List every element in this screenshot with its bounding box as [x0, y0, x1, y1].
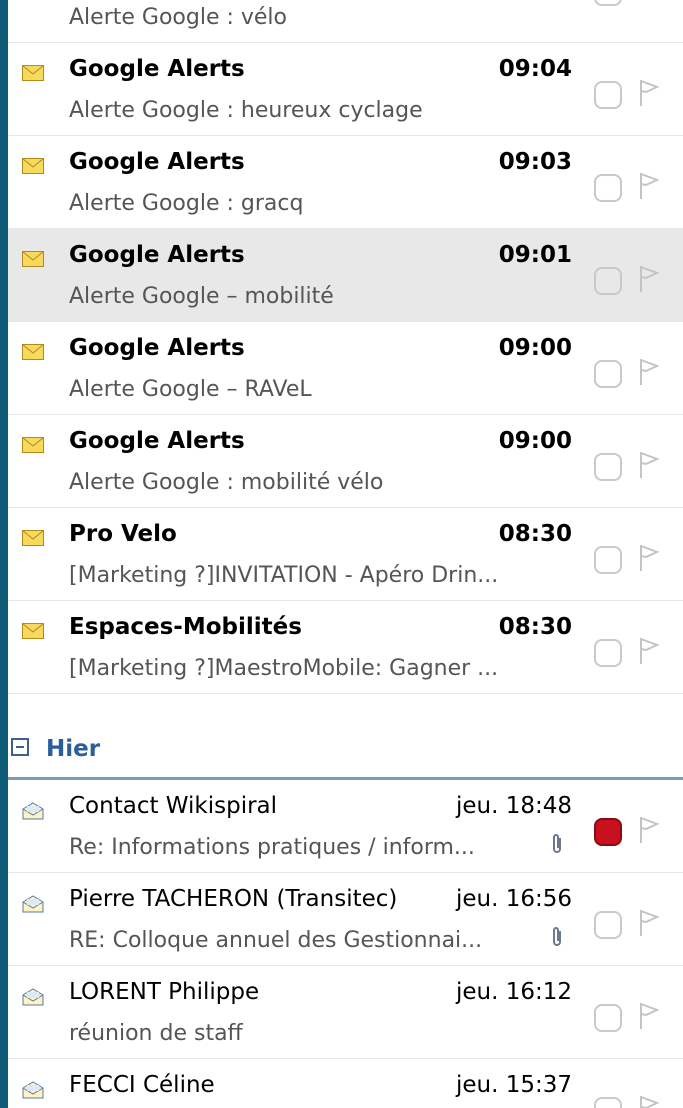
category-box-icon[interactable]: [594, 267, 622, 295]
message-subject: RE: Colloque annuel des Gestionnai...: [69, 928, 483, 953]
flag-icon[interactable]: [638, 636, 660, 666]
message-subject: Alerte Google – mobilité: [69, 284, 334, 309]
category-box-icon[interactable]: [594, 546, 622, 574]
message-time: jeu. 16:12: [455, 979, 572, 1005]
message-time: 09:03: [498, 149, 572, 175]
message-row[interactable]: Contact Wikispiral jeu. 18:48 Re: Inform…: [8, 780, 683, 873]
message-subject: [Marketing ?]INVITATION - Apéro Drin...: [69, 563, 499, 588]
message-time: jeu. 15:37: [455, 1072, 572, 1098]
flag-icon[interactable]: [638, 543, 660, 573]
envelope-open-icon: [22, 988, 44, 1006]
message-subject: Alerte Google : gracq: [69, 191, 304, 216]
group-label: Hier: [46, 736, 101, 762]
flag-icon[interactable]: [638, 908, 660, 938]
message-row[interactable]: Google Alerts 09:00 Alerte Google – RAVe…: [8, 322, 683, 415]
message-sender: FECCI Céline: [69, 1072, 215, 1098]
category-box-icon[interactable]: [594, 174, 622, 202]
message-row[interactable]: Alerte Google : vélo: [8, 0, 683, 43]
message-time: 09:00: [498, 428, 572, 454]
group-header-yesterday[interactable]: Hier: [8, 722, 683, 780]
message-time: 08:30: [498, 521, 572, 547]
envelope-open-icon: [22, 1081, 44, 1099]
message-row[interactable]: Espaces-Mobilités 08:30 [Marketing ?]Mae…: [8, 601, 683, 694]
flag-icon[interactable]: [638, 450, 660, 480]
message-list: Alerte Google : vélo Google Alerts 09:04…: [8, 0, 683, 1108]
flag-icon[interactable]: [638, 264, 660, 294]
message-subject: Re: Informations pratiques / inform...: [69, 835, 475, 860]
message-time: 09:00: [498, 335, 572, 361]
message-time: 09:01: [498, 242, 572, 268]
category-box-icon[interactable]: [594, 911, 622, 939]
category-box-icon[interactable]: [594, 639, 622, 667]
category-box-icon[interactable]: [594, 1097, 622, 1108]
envelope-closed-icon: [22, 344, 44, 360]
collapse-minus-icon[interactable]: [11, 738, 29, 756]
message-row[interactable]: LORENT Philippe jeu. 16:12 réunion de st…: [8, 966, 683, 1059]
message-row[interactable]: Google Alerts 09:00 Alerte Google : mobi…: [8, 415, 683, 508]
message-row[interactable]: Google Alerts 09:01 Alerte Google – mobi…: [8, 229, 683, 322]
message-subject: Alerte Google : vélo: [69, 5, 288, 30]
category-box-icon[interactable]: [594, 453, 622, 481]
message-row[interactable]: FECCI Céline jeu. 15:37: [8, 1059, 683, 1108]
message-row[interactable]: Google Alerts 09:04 Alerte Google : heur…: [8, 43, 683, 136]
flag-icon[interactable]: [638, 815, 660, 845]
message-sender: Google Alerts: [69, 56, 245, 82]
flag-icon[interactable]: [638, 1094, 660, 1108]
category-box-icon[interactable]: [594, 360, 622, 388]
message-subject: Alerte Google : mobilité vélo: [69, 470, 384, 495]
message-subject: Alerte Google : heureux cyclage: [69, 98, 423, 123]
message-sender: Espaces-Mobilités: [69, 614, 302, 640]
message-row[interactable]: Pierre TACHERON (Transitec) jeu. 16:56 R…: [8, 873, 683, 966]
message-sender: Google Alerts: [69, 242, 245, 268]
envelope-closed-icon: [22, 623, 44, 639]
flag-icon[interactable]: [638, 78, 660, 108]
category-box-icon[interactable]: [594, 818, 622, 846]
message-sender: Google Alerts: [69, 335, 245, 361]
envelope-closed-icon: [22, 437, 44, 453]
message-sender: Google Alerts: [69, 428, 245, 454]
message-sender: Pro Velo: [69, 521, 177, 547]
envelope-closed-icon: [22, 65, 44, 81]
message-sender: LORENT Philippe: [69, 979, 260, 1005]
category-box-icon[interactable]: [594, 81, 622, 109]
flag-icon[interactable]: [638, 171, 660, 201]
category-box-icon[interactable]: [594, 1004, 622, 1032]
flag-icon[interactable]: [638, 1001, 660, 1031]
message-sender: Contact Wikispiral: [69, 793, 278, 819]
message-sender: Pierre TACHERON (Transitec): [69, 886, 398, 912]
message-sender: Google Alerts: [69, 149, 245, 175]
category-box-icon[interactable]: [594, 0, 622, 6]
envelope-open-icon: [22, 802, 44, 820]
message-row[interactable]: Google Alerts 09:03 Alerte Google : grac…: [8, 136, 683, 229]
message-time: 09:04: [498, 56, 572, 82]
message-subject: réunion de staff: [69, 1021, 243, 1046]
paperclip-icon: [553, 927, 561, 946]
envelope-closed-icon: [22, 530, 44, 546]
message-subject: Alerte Google – RAVeL: [69, 377, 312, 402]
envelope-closed-icon: [22, 251, 44, 267]
message-subject: [Marketing ?]MaestroMobile: Gagner ...: [69, 656, 499, 681]
message-row[interactable]: Pro Velo 08:30 [Marketing ?]INVITATION -…: [8, 508, 683, 601]
message-time: 08:30: [498, 614, 572, 640]
message-time: jeu. 18:48: [455, 793, 572, 819]
paperclip-icon: [553, 834, 561, 853]
flag-icon[interactable]: [638, 357, 660, 387]
message-time: jeu. 16:56: [455, 886, 572, 912]
envelope-closed-icon: [22, 158, 44, 174]
envelope-open-icon: [22, 895, 44, 913]
